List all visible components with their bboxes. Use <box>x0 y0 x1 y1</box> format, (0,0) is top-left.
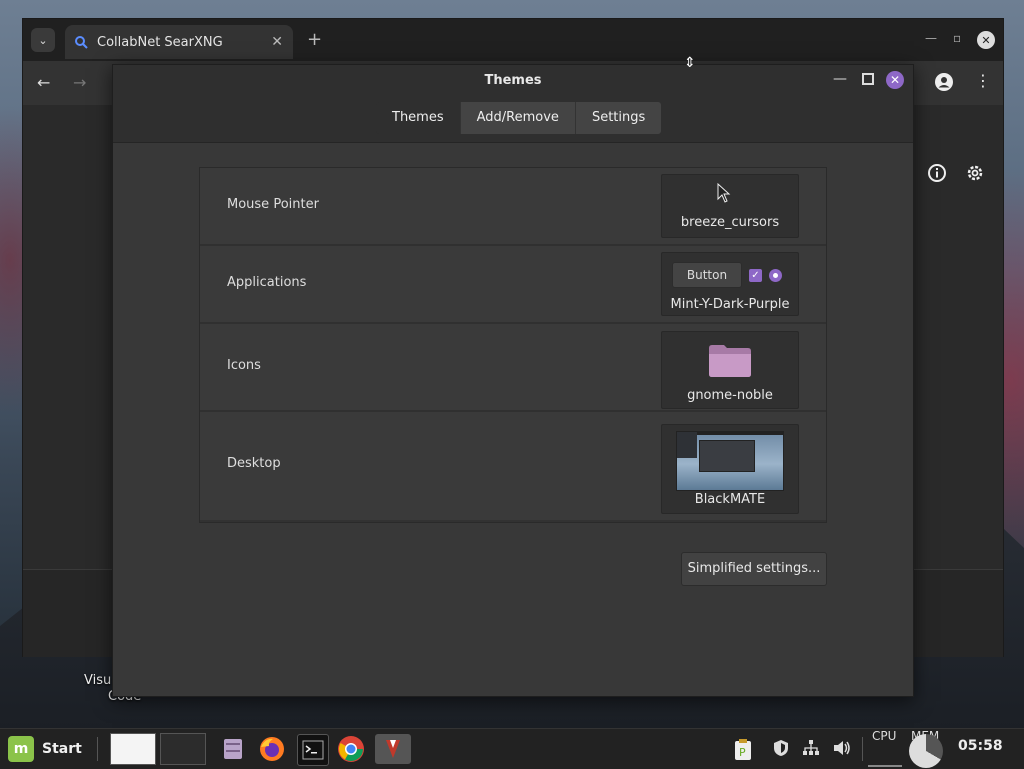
browser-tab-searxng[interactable]: CollabNet SearXNG ✕ <box>65 25 293 59</box>
preview-checkbox-icon: ✓ <box>749 269 762 282</box>
minimize-icon[interactable]: — <box>833 71 847 87</box>
row-label-icons: Icons <box>227 358 261 373</box>
file-cabinet-icon[interactable] <box>218 734 248 764</box>
firefox-icon[interactable] <box>257 734 287 764</box>
profile-icon[interactable] <box>935 73 953 95</box>
taskbar: m Start P CPU MEM <box>0 728 1024 769</box>
close-icon[interactable]: ✕ <box>886 71 904 89</box>
icons-chooser[interactable]: gnome-noble <box>661 331 799 409</box>
desktop-value: BlackMATE <box>694 492 766 507</box>
simplified-settings-button[interactable]: Simplified settings... <box>681 552 827 586</box>
themes-panel: Mouse Pointer breeze_cursors Application… <box>199 167 827 523</box>
workspace-2[interactable] <box>160 733 206 765</box>
folder-icon <box>709 345 751 377</box>
volume-icon[interactable] <box>832 739 852 761</box>
tab-list-chevron-icon[interactable]: ⌄ <box>31 28 55 52</box>
browser-close-icon[interactable]: ✕ <box>977 31 995 49</box>
mint-logo-icon: m <box>8 736 34 762</box>
tab-themes[interactable]: Themes <box>376 102 461 134</box>
themes-app-icon[interactable] <box>375 734 411 764</box>
terminal-icon[interactable] <box>297 734 329 766</box>
themes-titlebar: Themes — ✕ Themes Add/Remove Settings <box>113 65 913 143</box>
desktop-chooser[interactable]: BlackMATE <box>661 424 799 514</box>
applications-chooser[interactable]: Button ✓ Mint-Y-Dark-Purple <box>661 252 799 316</box>
themes-window-title: Themes <box>484 73 542 88</box>
row-icons: Icons gnome-noble <box>200 324 826 412</box>
start-menu-button[interactable]: m Start <box>8 736 82 762</box>
cursor-arrow-icon <box>717 183 731 203</box>
icons-value: gnome-noble <box>687 388 773 403</box>
maximize-icon[interactable] <box>862 73 874 85</box>
forward-arrow-icon[interactable]: → <box>73 73 86 92</box>
info-icon[interactable] <box>927 163 947 188</box>
tab-settings[interactable]: Settings <box>575 102 662 134</box>
shield-icon[interactable] <box>772 739 790 761</box>
tab-add-remove[interactable]: Add/Remove <box>460 102 576 134</box>
themes-window: Themes — ✕ Themes Add/Remove Settings Mo… <box>112 55 914 697</box>
search-icon <box>73 34 89 50</box>
browser-maximize-icon[interactable]: ▫ <box>953 31 961 45</box>
workspace-1[interactable] <box>110 733 156 765</box>
browser-minimize-icon[interactable]: — <box>925 31 937 45</box>
back-arrow-icon[interactable]: ← <box>37 73 50 92</box>
gear-icon[interactable] <box>965 163 985 188</box>
preview-radio-icon <box>769 269 782 282</box>
kebab-menu-icon[interactable]: ⋮ <box>975 71 991 90</box>
row-label-desktop: Desktop <box>227 456 281 471</box>
applications-value: Mint-Y-Dark-Purple <box>670 297 790 312</box>
row-label-mouse-pointer: Mouse Pointer <box>227 197 319 212</box>
cpu-monitor-label: CPU <box>872 729 897 743</box>
network-icon[interactable] <box>802 739 820 761</box>
tray-separator <box>862 737 863 761</box>
resize-cursor-icon: ⇕ <box>684 55 696 71</box>
clipboard-icon[interactable]: P <box>734 739 752 765</box>
stack-switcher: Themes Add/Remove Settings <box>376 102 662 134</box>
mouse-pointer-chooser[interactable]: breeze_cursors <box>661 174 799 238</box>
row-mouse-pointer: Mouse Pointer breeze_cursors <box>200 168 826 246</box>
row-applications: Applications Button ✓ Mint-Y-Dark-Purple <box>200 246 826 324</box>
browser-tab-title: CollabNet SearXNG <box>97 34 223 50</box>
svg-text:P: P <box>739 746 746 759</box>
tab-close-icon[interactable]: ✕ <box>271 34 283 50</box>
mem-usage-pie <box>909 734 943 768</box>
cpu-monitor-graph <box>868 765 902 767</box>
clock[interactable]: 05:58 <box>958 738 1003 754</box>
new-tab-button[interactable]: + <box>307 29 322 50</box>
preview-button: Button <box>672 262 742 288</box>
row-desktop: Desktop BlackMATE <box>200 412 826 520</box>
taskbar-separator <box>97 737 98 761</box>
start-label: Start <box>42 741 82 757</box>
row-label-applications: Applications <box>227 275 307 290</box>
mouse-pointer-value: breeze_cursors <box>680 215 780 230</box>
browser-tab-bar: ⌄ CollabNet SearXNG ✕ + — ▫ ✕ <box>23 19 1003 61</box>
desktop-theme-preview <box>676 431 784 491</box>
chrome-icon[interactable] <box>336 734 366 764</box>
